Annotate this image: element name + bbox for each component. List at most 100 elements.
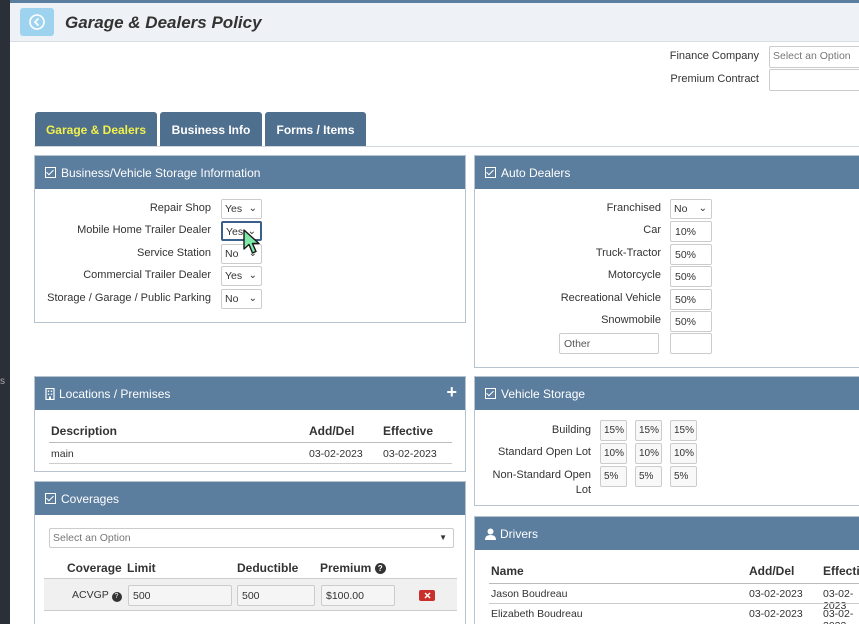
auto-dealers-header: Auto Dealers xyxy=(475,156,859,189)
auto-dealers-panel: Auto Dealers Franchised No ⌄ Car 10% Truc… xyxy=(474,155,859,368)
motorcycle-label: Motorcycle xyxy=(607,269,661,281)
coverages-panel: Coverages Select an Option ▼ Coverage Lim… xyxy=(34,481,466,624)
title-bar: Garage & Dealers Policy xyxy=(10,0,859,42)
coverage-select[interactable]: Select an Option ▼ xyxy=(49,528,454,548)
caret-down-icon: ▼ xyxy=(439,533,447,542)
deductible-header: Deductible xyxy=(237,561,299,575)
deductible-input[interactable]: 500 xyxy=(237,585,315,606)
finance-company-value: Select an Option xyxy=(773,50,851,62)
name-header: Name xyxy=(491,564,524,578)
checkbox-icon xyxy=(45,167,56,178)
description-header: Description xyxy=(51,424,118,438)
repair-shop-value: Yes xyxy=(225,203,243,215)
location-effective: 03-02-2023 xyxy=(383,448,437,460)
chevron-down-icon: ⌄ xyxy=(698,203,707,214)
locations-panel: Locations / Premises + Description Add/D… xyxy=(34,376,466,472)
non-standard-lot-pct-3[interactable]: 5% xyxy=(670,466,697,487)
recreational-vehicle-input[interactable]: 50% xyxy=(670,289,712,310)
franchised-select[interactable]: No ⌄ xyxy=(670,199,712,219)
recreational-vehicle-label: Recreational Vehicle xyxy=(560,292,661,304)
driver-name: Jason Boudreau xyxy=(491,588,568,600)
vehicle-storage-title: Vehicle Storage xyxy=(501,386,586,401)
tab-forms-items[interactable]: Forms / Items xyxy=(265,112,366,147)
vehicle-storage-panel: Vehicle Storage Building 15% 15% 15% Sta… xyxy=(474,376,859,506)
close-icon xyxy=(423,592,431,599)
coverage-code: ACVGP ? xyxy=(72,589,122,602)
truck-tractor-label: Truck-Tractor xyxy=(595,247,661,259)
vehicle-storage-header: Vehicle Storage xyxy=(475,377,859,410)
help-icon[interactable]: ? xyxy=(374,563,386,574)
commercial-trailer-value: Yes xyxy=(225,270,243,282)
motorcycle-input[interactable]: 50% xyxy=(670,266,712,287)
premium-contract-label: Premium Contract xyxy=(670,73,759,85)
commercial-trailer-select[interactable]: Yes ⌄ xyxy=(221,266,262,286)
policy-window: Garage & Dealers Policy Finance Company … xyxy=(10,0,859,624)
driver-effective: 03-02-2023 xyxy=(823,608,854,624)
back-arrow-icon xyxy=(29,14,45,30)
other-input[interactable]: Other xyxy=(559,333,659,354)
standard-open-lot-label: Standard Open Lot xyxy=(498,446,591,458)
franchised-label: Franchised xyxy=(606,202,661,214)
building-pct-1[interactable]: 15% xyxy=(600,420,627,441)
premium-input[interactable]: $100.00 xyxy=(321,585,395,606)
building-icon xyxy=(45,387,55,400)
tab-business-info[interactable]: Business Info xyxy=(160,112,262,147)
business-storage-title: Business/Vehicle Storage Information xyxy=(61,165,261,180)
sidebar-marker: s xyxy=(0,376,5,387)
other-value-input[interactable] xyxy=(670,333,712,354)
driver-name: Elizabeth Boudreau xyxy=(491,608,583,620)
mobile-home-label: Mobile Home Trailer Dealer xyxy=(77,224,211,236)
storage-parking-select[interactable]: No ⌄ xyxy=(221,289,262,309)
tab-divider xyxy=(34,146,859,147)
premium-contract-input[interactable] xyxy=(769,69,859,91)
service-station-label: Service Station xyxy=(137,247,211,259)
location-adddel: 03-02-2023 xyxy=(309,448,363,460)
location-description: main xyxy=(51,448,74,460)
snowmobile-input[interactable]: 50% xyxy=(670,311,712,332)
storage-parking-label: Storage / Garage / Public Parking xyxy=(47,292,211,304)
checkbox-icon xyxy=(485,388,496,399)
limit-input[interactable]: 500 xyxy=(128,585,232,606)
snowmobile-label: Snowmobile xyxy=(601,314,661,326)
driver-adddel-header: Add/Del xyxy=(749,564,795,578)
finance-company-label: Finance Company xyxy=(669,50,759,62)
driver-adddel: 03-02-2023 xyxy=(749,608,803,620)
repair-shop-select[interactable]: Yes ⌄ xyxy=(221,199,262,219)
premium-header-label: Premium xyxy=(320,561,372,575)
standard-lot-pct-2[interactable]: 10% xyxy=(635,443,662,464)
car-input[interactable]: 10% xyxy=(670,221,712,242)
effective-header: Effective xyxy=(383,424,434,438)
auto-dealers-title: Auto Dealers xyxy=(501,165,571,180)
locations-header: Locations / Premises + xyxy=(35,377,465,410)
car-label: Car xyxy=(643,224,661,236)
limit-header: Limit xyxy=(127,561,156,575)
franchised-value: No xyxy=(674,203,688,215)
business-storage-header: Business/Vehicle Storage Information xyxy=(35,156,465,189)
standard-lot-pct-1[interactable]: 10% xyxy=(600,443,627,464)
non-standard-lot-pct-1[interactable]: 5% xyxy=(600,466,627,487)
truck-tractor-input[interactable]: 50% xyxy=(670,244,712,265)
coverage-header: Coverage xyxy=(67,561,122,575)
building-pct-3[interactable]: 15% xyxy=(670,420,697,441)
back-button[interactable] xyxy=(20,8,54,36)
help-icon[interactable]: ? xyxy=(111,592,122,602)
building-pct-2[interactable]: 15% xyxy=(635,420,662,441)
mouse-cursor-icon xyxy=(243,229,260,254)
driver-effective-header: Effective xyxy=(823,564,859,578)
non-standard-lot-pct-2[interactable]: 5% xyxy=(635,466,662,487)
premium-header: Premium ? xyxy=(320,561,386,575)
building-label: Building xyxy=(551,424,591,436)
user-icon xyxy=(485,528,496,540)
checkbox-icon xyxy=(485,167,496,178)
tab-garage-dealers[interactable]: Garage & Dealers xyxy=(35,112,157,147)
delete-coverage-button[interactable] xyxy=(419,590,435,601)
non-standard-open-lot-label: Non-Standard Open Lot xyxy=(492,469,591,496)
table-row[interactable]: ACVGP ? 500 500 $100.00 xyxy=(44,578,457,611)
coverages-title: Coverages xyxy=(61,491,120,506)
storage-parking-value: No xyxy=(225,293,239,305)
finance-company-select[interactable]: Select an Option xyxy=(769,46,859,68)
standard-lot-pct-3[interactable]: 10% xyxy=(670,443,697,464)
add-location-icon[interactable]: + xyxy=(446,382,457,403)
row-divider xyxy=(489,603,859,604)
page-title: Garage & Dealers Policy xyxy=(65,13,262,32)
